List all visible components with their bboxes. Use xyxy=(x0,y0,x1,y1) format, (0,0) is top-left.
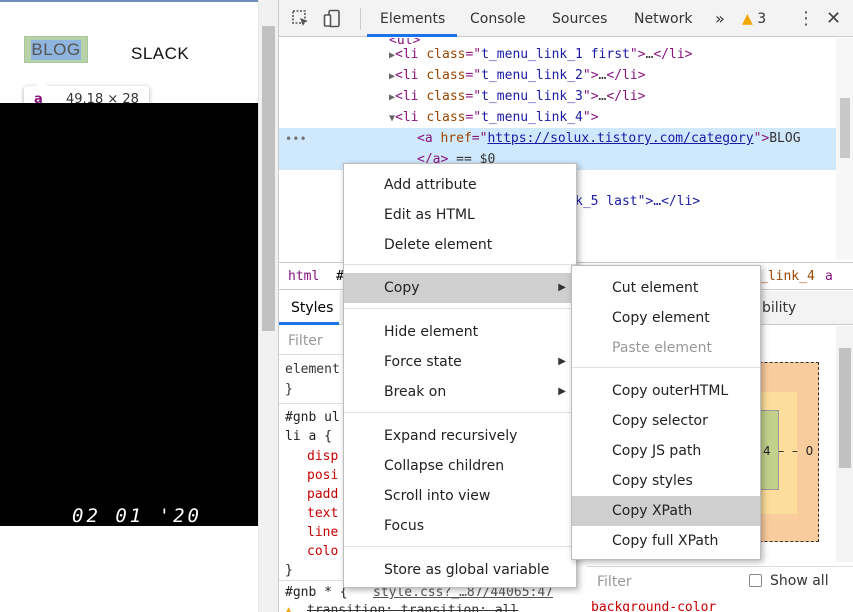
box-zero-value: 0 xyxy=(805,444,814,458)
menu-copy-element[interactable]: Copy element xyxy=(572,303,760,333)
menu-delete-element[interactable]: Delete element xyxy=(344,230,576,260)
page-scrollbar-thumb[interactable] xyxy=(262,26,275,331)
tree-node-a[interactable]: <a href="https://solux.tistory.com/categ… xyxy=(417,128,801,149)
box-model-values: 4 – – 0 xyxy=(763,444,813,458)
menu-copy[interactable]: Copy ▶ xyxy=(344,273,576,303)
tree-scrollbar[interactable] xyxy=(836,38,853,260)
devtools-toolbar: Elements Console Sources Network » ▲ 3 ⋮… xyxy=(279,0,853,37)
rule2-selector[interactable]: #gnb * { xyxy=(285,585,348,600)
tab-styles-label: Styles xyxy=(291,300,334,316)
tab-elements[interactable]: Elements xyxy=(380,11,445,27)
close-devtools-icon[interactable]: ✕ xyxy=(826,8,841,29)
tab-console[interactable]: Console xyxy=(470,11,526,27)
menu-separator xyxy=(344,264,576,265)
crumb-html[interactable]: html xyxy=(288,269,319,284)
rule-selector-1[interactable]: #gnb ul xyxy=(285,410,340,425)
toolbar-separator xyxy=(360,8,361,30)
box-left-value: 4 xyxy=(763,444,771,458)
tab-accessibility[interactable]: bility xyxy=(762,300,796,316)
menu-cut-element[interactable]: Cut element xyxy=(572,273,760,303)
element-style-rule[interactable]: element xyxy=(285,362,340,377)
tab-styles[interactable]: Styles xyxy=(279,291,339,325)
menu-collapse-children[interactable]: Collapse children xyxy=(344,451,576,481)
warning-icon: ▲ xyxy=(285,603,293,612)
tree-node-li-3[interactable]: ▶<li class="t_menu_link_3">…</li> xyxy=(389,86,646,107)
element-style-close: } xyxy=(285,382,293,397)
show-all-label[interactable]: Show all xyxy=(770,573,829,589)
menu-copy-xpath[interactable]: Copy XPath xyxy=(572,496,760,526)
page-top-border xyxy=(0,0,258,2)
computed-scrollbar-thumb[interactable] xyxy=(839,348,851,468)
web-page: BLOG SLACK a 49.18 × 28 02 01 '20 xyxy=(0,0,258,612)
hero-image xyxy=(0,103,258,526)
screenshot-root: BLOG SLACK a 49.18 × 28 02 01 '20 Elemen… xyxy=(0,0,853,612)
style-prop-color[interactable]: colo xyxy=(307,544,338,559)
inspect-element-icon[interactable] xyxy=(291,9,311,29)
tab-sources[interactable]: Sources xyxy=(552,11,607,27)
rule-selector-2[interactable]: li a { xyxy=(285,429,332,444)
style-prop-position[interactable]: posi xyxy=(307,468,338,483)
computed-filter-input[interactable]: Filter xyxy=(597,574,632,590)
menu-scroll-into-view[interactable]: Scroll into view xyxy=(344,481,576,511)
active-tab-indicator xyxy=(367,34,457,37)
submenu-arrow-icon: ▶ xyxy=(558,356,566,367)
menu-separator xyxy=(344,412,576,413)
menu-focus[interactable]: Focus xyxy=(344,511,576,541)
warning-icon: ▲ xyxy=(742,11,753,27)
styles-filter-placeholder: Filter xyxy=(288,333,323,349)
rule-close: } xyxy=(285,563,293,578)
menu-copy-selector[interactable]: Copy selector xyxy=(572,406,760,436)
more-tabs-icon[interactable]: » xyxy=(715,9,725,28)
menu-store-as-global[interactable]: Store as global variable xyxy=(344,555,576,585)
nav-blog-link[interactable]: BLOG xyxy=(31,40,81,60)
crumb-li-link-4[interactable]: _link_4 xyxy=(760,269,815,284)
nav-blog-highlighted[interactable]: BLOG xyxy=(24,36,88,63)
style-prop-text[interactable]: text xyxy=(307,506,338,521)
rule2-prop[interactable]: transition: transition: all xyxy=(307,603,518,612)
computed-scrollbar[interactable] xyxy=(836,326,853,562)
style-prop-display[interactable]: disp xyxy=(307,449,338,464)
warnings-badge[interactable]: ▲ 3 xyxy=(742,11,766,27)
menu-expand-recursively[interactable]: Expand recursively xyxy=(344,421,576,451)
menu-add-attribute[interactable]: Add attribute xyxy=(344,170,576,200)
copy-submenu: Cut element Copy element Paste element C… xyxy=(571,265,761,560)
menu-paste-element: Paste element xyxy=(612,340,712,356)
menu-copy-js-path[interactable]: Copy JS path xyxy=(572,436,760,466)
warnings-count: 3 xyxy=(757,11,767,27)
menu-separator xyxy=(344,546,576,547)
more-options-icon[interactable]: ⋮ xyxy=(797,8,815,29)
menu-hide-element[interactable]: Hide element xyxy=(344,317,576,347)
tree-scrollbar-thumb[interactable] xyxy=(840,98,850,158)
menu-separator xyxy=(572,367,760,368)
date-stamp: 02 01 '20 xyxy=(72,505,202,527)
tab-network[interactable]: Network xyxy=(634,11,692,27)
node-actions-icon[interactable]: ••• xyxy=(285,132,307,146)
nav-slack-link[interactable]: SLACK xyxy=(131,44,189,64)
style-prop-line[interactable]: line xyxy=(307,525,338,540)
submenu-arrow-icon: ▶ xyxy=(558,282,566,293)
tree-node-li-5-partial[interactable]: k_5 last">…</li> xyxy=(575,191,700,212)
menu-separator xyxy=(344,308,576,309)
tree-node-li-4[interactable]: ▼<li class="t_menu_link_4"> xyxy=(389,107,599,128)
computed-filter-row: Filter Show all xyxy=(587,566,853,596)
menu-edit-as-html[interactable]: Edit as HTML xyxy=(344,200,576,230)
menu-copy-styles[interactable]: Copy styles xyxy=(572,466,760,496)
submenu-arrow-icon: ▶ xyxy=(558,386,566,397)
menu-force-state[interactable]: Force state ▶ xyxy=(344,347,576,377)
context-menu: Add attribute Edit as HTML Delete elemen… xyxy=(343,163,577,588)
menu-break-on[interactable]: Break on ▶ xyxy=(344,377,576,407)
crumb-a[interactable]: a xyxy=(825,269,833,284)
box-dash-value-2: – xyxy=(791,444,798,458)
tree-node-li-1[interactable]: ▶<li class="t_menu_link_1 first">…</li> xyxy=(389,44,692,65)
computed-background-color[interactable]: background-color xyxy=(591,600,716,612)
menu-copy-outerhtml[interactable]: Copy outerHTML xyxy=(572,376,760,406)
page-scrollbar[interactable] xyxy=(258,0,278,612)
show-all-checkbox[interactable] xyxy=(749,574,762,587)
device-toolbar-icon[interactable] xyxy=(323,9,343,29)
tree-node-li-2[interactable]: ▶<li class="t_menu_link_2">…</li> xyxy=(389,65,646,86)
menu-copy-full-xpath[interactable]: Copy full XPath xyxy=(572,526,760,556)
styles-tab-indicator xyxy=(279,322,339,325)
style-prop-padding[interactable]: padd xyxy=(307,487,338,502)
box-dash-value: – xyxy=(778,444,785,458)
